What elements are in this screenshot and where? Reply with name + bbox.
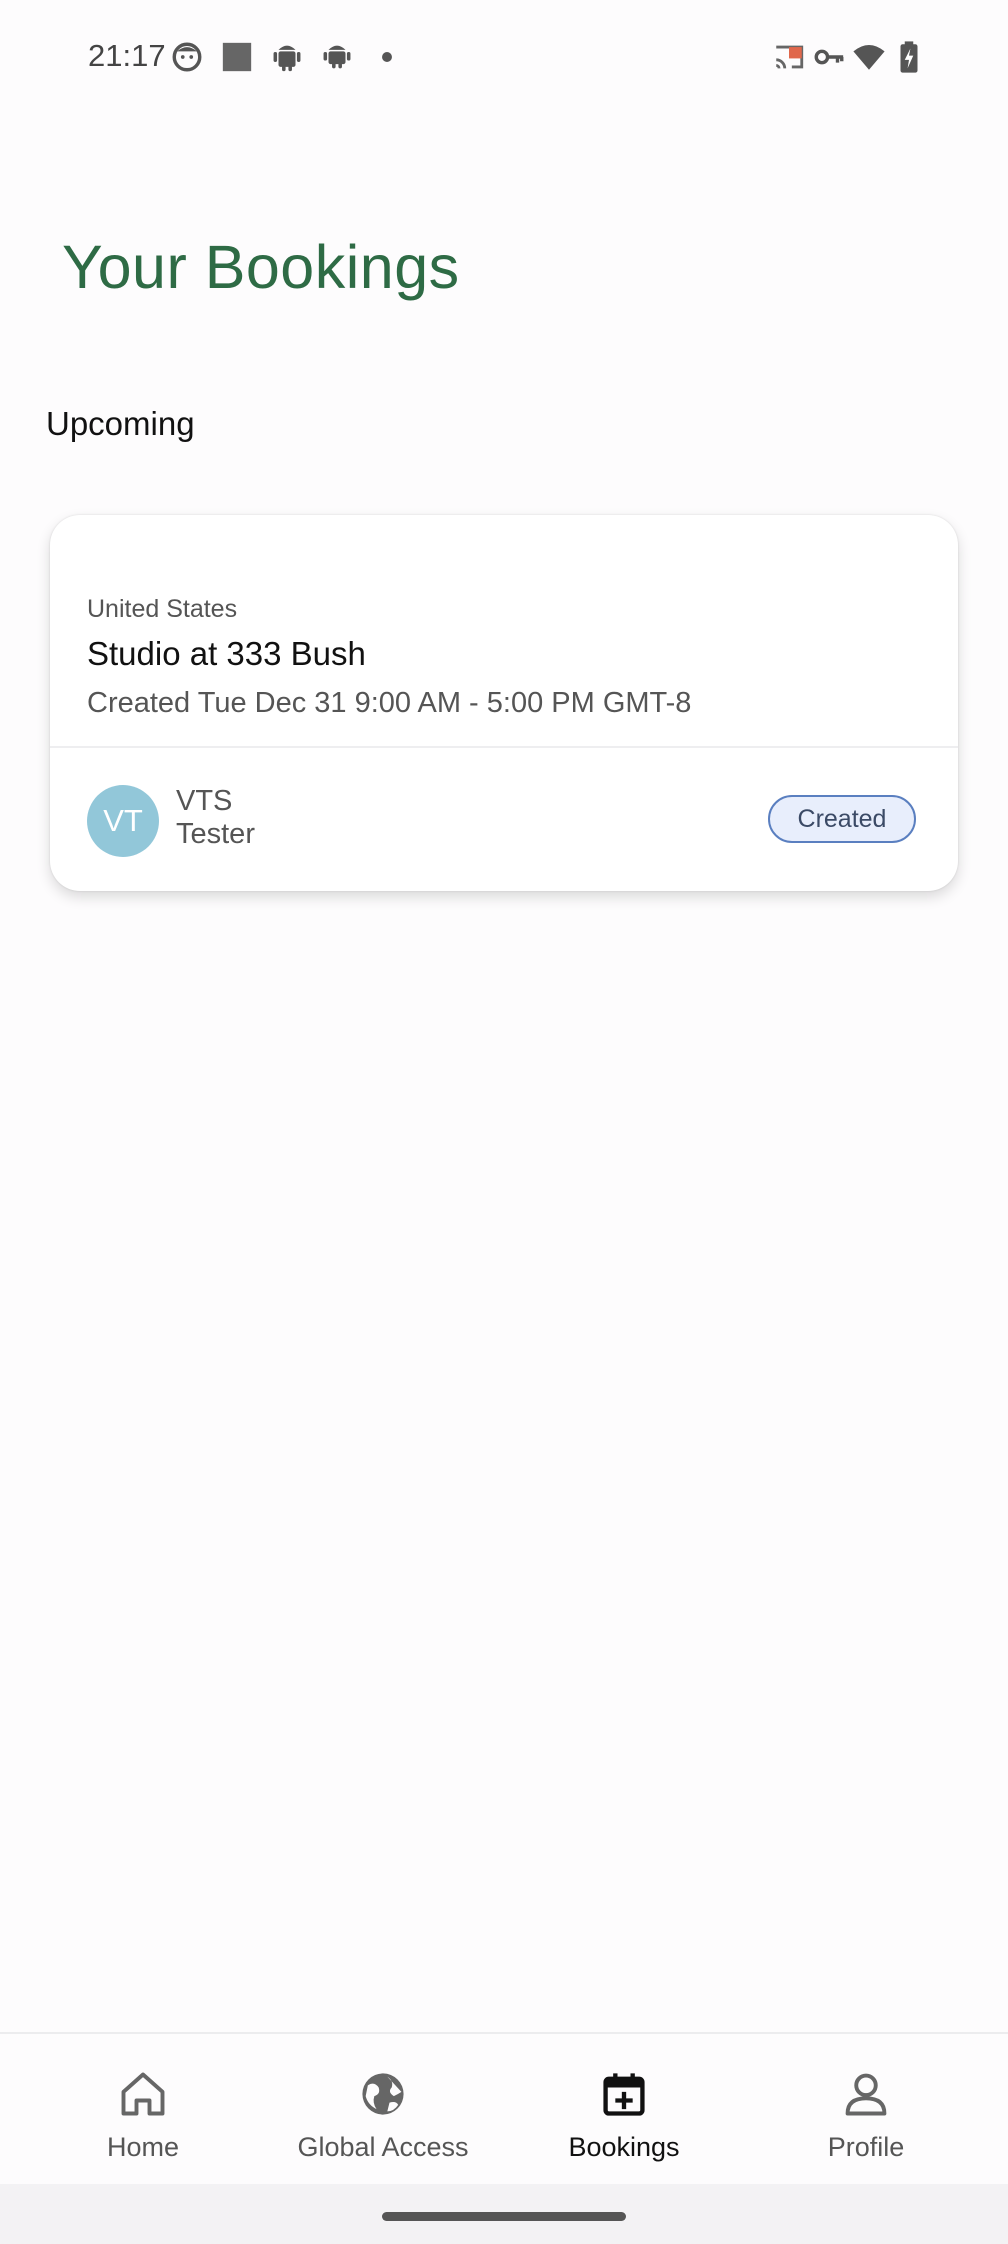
- status-badge: Created: [768, 795, 916, 843]
- vpn-key-icon: [812, 40, 846, 74]
- dot-icon: [370, 40, 404, 74]
- gesture-handle[interactable]: [382, 2212, 626, 2221]
- avatar: VT: [87, 785, 159, 857]
- bottom-nav: Home Global Access Bookings Profile: [0, 2032, 1008, 2186]
- avatar-initials: VT: [103, 803, 143, 838]
- nav-label-profile: Profile: [827, 2132, 905, 2162]
- nav-item-home[interactable]: Home: [33, 2034, 253, 2184]
- user-last-name: Tester: [176, 818, 255, 850]
- battery-charging-icon: [892, 40, 926, 74]
- page-title: Your Bookings: [62, 233, 460, 301]
- nav-item-profile[interactable]: Profile: [756, 2034, 976, 2184]
- android-icon: [320, 40, 354, 74]
- person-icon: [840, 2068, 892, 2120]
- booking-venue: Studio at 333 Bush: [87, 635, 366, 672]
- card-divider: [50, 746, 958, 748]
- nav-label-bookings: Bookings: [568, 2132, 680, 2162]
- gesture-area: [0, 2184, 1008, 2244]
- home-icon: [117, 2068, 169, 2120]
- booking-card[interactable]: United States Studio at 333 Bush Created…: [50, 515, 958, 891]
- section-heading-upcoming: Upcoming: [46, 405, 195, 442]
- status-bar: 21:17: [0, 0, 1008, 116]
- wifi-icon: [852, 40, 886, 74]
- square-icon: [220, 40, 254, 74]
- status-badge-label: Created: [797, 804, 887, 833]
- booking-country: United States: [87, 595, 238, 623]
- android-icon: [270, 40, 304, 74]
- face-icon: [170, 40, 204, 74]
- nav-label-global-access: Global Access: [297, 2132, 469, 2162]
- status-time: 21:17: [88, 38, 166, 73]
- user-first-name: VTS: [176, 785, 233, 817]
- booking-summary[interactable]: United States Studio at 333 Bush Created…: [50, 515, 958, 747]
- nav-item-global-access[interactable]: Global Access: [273, 2034, 493, 2184]
- calendar-plus-icon: [598, 2068, 650, 2120]
- nav-item-bookings[interactable]: Bookings: [514, 2034, 734, 2184]
- nav-label-home: Home: [106, 2132, 180, 2162]
- globe-icon: [357, 2068, 409, 2120]
- cast-icon: [772, 40, 806, 74]
- booking-details: Created Tue Dec 31 9:00 AM - 5:00 PM GMT…: [87, 687, 692, 719]
